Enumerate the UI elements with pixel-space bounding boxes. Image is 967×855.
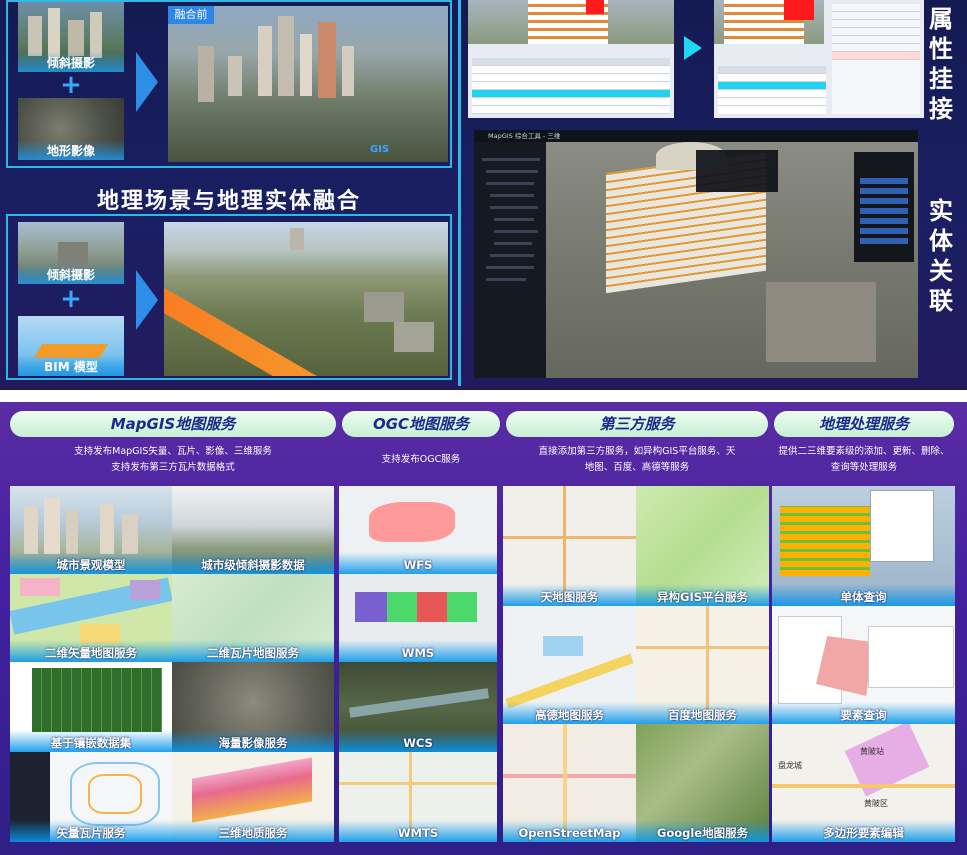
entity-association-title: 实体关联: [929, 197, 953, 315]
tile-single-query[interactable]: 单体查询: [772, 486, 955, 606]
tile-vector-tile[interactable]: 矢量瓦片服务: [10, 752, 172, 842]
tile-2d-vector-label: 二维矢量地图服务: [10, 640, 172, 662]
cat-geoproc-title: 地理处理服务: [774, 411, 954, 437]
tile-massive-imagery-label: 海量影像服务: [172, 730, 334, 752]
fusion-after-image: [164, 222, 448, 376]
plus-icon: +: [60, 70, 82, 100]
tile-google-map-label: Google地图服务: [636, 820, 769, 842]
arrow-right-icon: [136, 52, 158, 112]
tile-city-landscape[interactable]: 城市景观模型: [10, 486, 172, 574]
attr-table-screenshot-1: [468, 0, 674, 118]
bottom-panel: MapGIS地图服务 OGC地图服务 第三方服务 地理处理服务 支持发布MapG…: [0, 402, 967, 855]
tile-google-map[interactable]: Google地图服务: [636, 724, 769, 842]
cat-third-title: 第三方服务: [506, 411, 768, 437]
tile-3d-geology-label: 三维地质服务: [172, 820, 334, 842]
tile-feature-query[interactable]: 要素查询: [772, 606, 955, 724]
arrow-right-cyan-icon: [684, 36, 702, 60]
tile-wfs[interactable]: WFS: [339, 486, 497, 574]
tile-wmts[interactable]: WMTS: [339, 752, 497, 842]
fusion-before-tag: 融合前: [168, 6, 214, 24]
tile-2d-vector[interactable]: 二维矢量地图服务: [10, 574, 172, 662]
tile-baidu-map-label: 百度地图服务: [636, 702, 769, 724]
map-label-panlongcheng: 盘龙城: [778, 761, 802, 770]
app-title: MapGIS 综合工具 - 三维: [488, 132, 561, 140]
attr-table-1: [472, 58, 670, 114]
tile-wfs-label: WFS: [339, 552, 497, 574]
tile-city-landscape-label: 城市景观模型: [10, 552, 172, 574]
entity-info-popup: [696, 150, 778, 192]
map-label-huangpi-station: 黄陂站: [860, 747, 884, 756]
tile-wms[interactable]: WMS: [339, 574, 497, 662]
fusion-before-image: 融合前 GIS: [168, 6, 448, 162]
terrain-image-label: 地形影像: [18, 140, 124, 160]
cat-mapgis-desc: 支持发布MapGIS矢量、瓦片、影像、三维服务 支持发布第三方瓦片数据格式: [74, 446, 272, 473]
entity-list-panel[interactable]: [854, 152, 914, 262]
section-title: 地理场景与地理实体融合: [96, 189, 361, 214]
tile-massive-imagery[interactable]: 海量影像服务: [172, 662, 334, 752]
cat-geoproc-desc: 提供二三维要素级的添加、更新、删除、 查询等处理服务: [778, 446, 950, 473]
tile-polygon-edit[interactable]: 黄陂站 盘龙城 黄陂区 多边形要素编辑: [772, 724, 955, 842]
terrain-image-thumb: 地形影像: [18, 98, 124, 160]
tile-amap[interactable]: 高德地图服务: [503, 606, 636, 724]
building-view-2: [714, 0, 824, 44]
tile-wmts-label: WMTS: [339, 820, 497, 842]
vertical-divider: [458, 0, 461, 386]
cat-ogc-desc: 支持发布OGC服务: [381, 454, 461, 465]
tile-heterogeneous-gis[interactable]: 异构GIS平台服务: [636, 486, 769, 606]
tile-mosaic-dataset-label: 基于镶嵌数据集: [10, 730, 172, 752]
tile-single-query-label: 单体查询: [772, 584, 955, 606]
app-window: MapGIS 综合工具 - 三维: [474, 130, 918, 378]
tile-polygon-edit-label: 多边形要素编辑: [772, 820, 955, 842]
tile-vector-tile-label: 矢量瓦片服务: [10, 820, 172, 842]
entity-3d-view[interactable]: [546, 142, 918, 378]
fusion-bottom-box: 倾斜摄影 + BIM 模型: [6, 214, 452, 380]
attr-mount-title: 属性挂接: [929, 5, 953, 123]
cat-third-desc: 直接添加第三方服务，如异构GIS平台服务、天 地图、百度、高德等服务: [538, 446, 736, 473]
tile-feature-query-label: 要素查询: [772, 702, 955, 724]
oblique-photo-thumb: 倾斜摄影: [18, 2, 124, 72]
tile-tianditu-label: 天地图服务: [503, 584, 636, 606]
map-label-huangpi-district: 黄陂区: [864, 799, 888, 808]
tile-wms-label: WMS: [339, 640, 497, 662]
tile-baidu-map[interactable]: 百度地图服务: [636, 606, 769, 724]
attr-table-screenshot-2: [714, 0, 924, 118]
tile-mosaic-dataset[interactable]: 基于镶嵌数据集: [10, 662, 172, 752]
top-panel: 倾斜摄影 + 地形影像 融合前 GIS 地理场景与地理实体融合 倾斜摄影 + B…: [0, 0, 967, 394]
tile-3d-geology[interactable]: 三维地质服务: [172, 752, 334, 842]
app-titlebar: MapGIS 综合工具 - 三维: [474, 130, 918, 142]
tile-osm[interactable]: OpenStreetMap: [503, 724, 636, 842]
oblique-photo-label-2: 倾斜摄影: [18, 264, 124, 284]
oblique-photo-thumb-2: 倾斜摄影: [18, 222, 124, 284]
tile-city-oblique[interactable]: 城市级倾斜摄影数据: [172, 486, 334, 574]
building-view-1: [468, 0, 674, 44]
layer-tree-panel[interactable]: [474, 142, 546, 378]
tile-wcs-label: WCS: [339, 730, 497, 752]
gis-watermark: GIS: [370, 144, 390, 155]
arrow-right-icon-2: [136, 270, 158, 330]
attr-form-panel: [832, 4, 920, 114]
attr-table-2: [718, 66, 826, 114]
oblique-photo-label: 倾斜摄影: [18, 52, 124, 72]
bim-model-label: BIM 模型: [18, 356, 124, 376]
tile-osm-label: OpenStreetMap: [503, 820, 636, 842]
fusion-top-box: 倾斜摄影 + 地形影像 融合前 GIS: [6, 0, 452, 168]
tile-2d-tile-map[interactable]: 二维瓦片地图服务: [172, 574, 334, 662]
floorplan-popup: [870, 490, 934, 562]
plus-icon-2: +: [60, 284, 82, 314]
tile-city-oblique-label: 城市级倾斜摄影数据: [172, 552, 334, 574]
tile-2d-tile-map-label: 二维瓦片地图服务: [172, 640, 334, 662]
cat-ogc-title: OGC地图服务: [342, 411, 500, 437]
tile-tianditu[interactable]: 天地图服务: [503, 486, 636, 606]
cat-mapgis-title: MapGIS地图服务: [10, 411, 336, 437]
tile-wcs[interactable]: WCS: [339, 662, 497, 752]
tile-heterogeneous-gis-label: 异构GIS平台服务: [636, 584, 769, 606]
bim-model-thumb: BIM 模型: [18, 316, 124, 376]
tile-amap-label: 高德地图服务: [503, 702, 636, 724]
